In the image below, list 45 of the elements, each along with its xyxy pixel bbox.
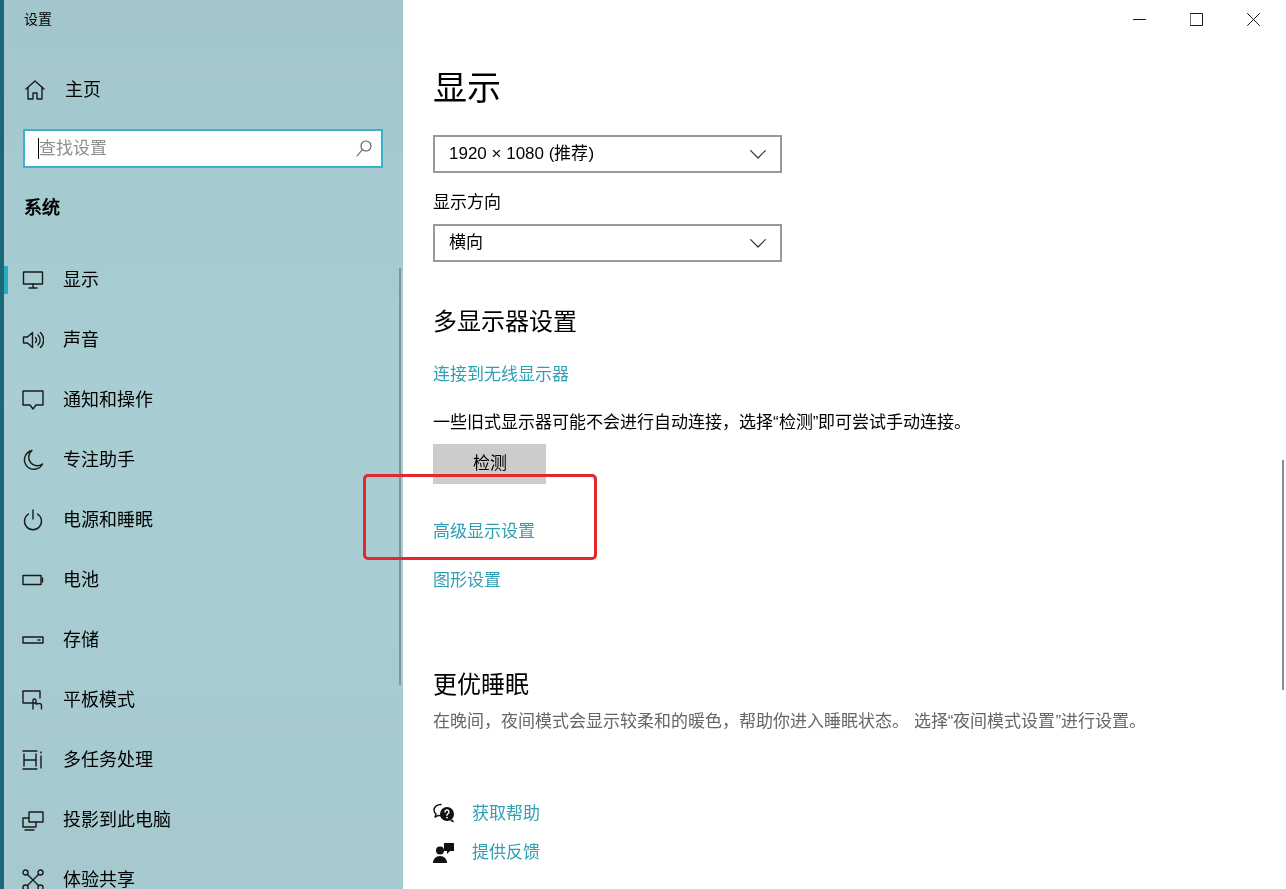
section-heading: 更优睡眠 (433, 670, 529, 700)
description-text: 在晚间，夜间模式会显示较柔和的暖色，帮助你进入睡眠状态。 选择“夜间模式设置”进行设置。 (433, 711, 1147, 733)
detect-button[interactable]: 检测 (433, 444, 546, 484)
monitor-icon (22, 269, 44, 291)
sidebar-item[interactable]: 投影到此电脑 (4, 790, 403, 850)
home-icon (24, 79, 46, 101)
field-label: 显示方向 (433, 192, 501, 214)
tablet-hand-icon (22, 689, 44, 711)
sidebar-item[interactable]: 平板模式 (4, 670, 403, 730)
dropdown[interactable]: 横向 (433, 224, 782, 262)
chevron-down-icon (750, 149, 766, 159)
screens-icon (22, 809, 44, 831)
power-icon (22, 509, 44, 531)
window-title: 设置 (24, 10, 52, 28)
sidebar-item[interactable]: 显示 (4, 250, 403, 310)
description-text: 一些旧式显示器可能不会进行自动连接，选择“检测”即可尝试手动连接。 (433, 412, 972, 434)
search-icon (356, 140, 372, 157)
sidebar-item[interactable]: 专注助手 (4, 430, 403, 490)
sidebar-item[interactable]: 多任务处理 (4, 730, 403, 790)
sidebar-item[interactable]: 存储 (4, 610, 403, 670)
section-heading: 系统 (24, 197, 60, 220)
sidebar-item[interactable]: 电源和睡眠 (4, 490, 403, 550)
sidebar-item[interactable]: 声音 (4, 310, 403, 370)
person-speech-icon (433, 842, 455, 864)
close-icon (1247, 12, 1260, 26)
speech-bubble-icon (22, 389, 44, 411)
speech-bubbles-question-icon (433, 803, 455, 825)
search-field[interactable]: 查找设置 (23, 129, 383, 168)
sidebar-item[interactable]: 通知和操作 (4, 370, 403, 430)
scrollbar-thumb[interactable] (1282, 460, 1284, 690)
page-title: 显示 (433, 68, 501, 109)
speaker-icon (22, 329, 44, 351)
section-heading: 多显示器设置 (433, 307, 577, 337)
scrollbar-thumb[interactable] (399, 268, 401, 685)
sidebar-item[interactable]: 体验共享 (4, 850, 403, 889)
moon-icon (22, 449, 44, 471)
text-cursor (38, 138, 39, 159)
sidebar-item[interactable]: 电池 (4, 550, 403, 610)
nodes-icon (22, 869, 44, 889)
panes-icon (22, 749, 44, 771)
dropdown[interactable]: 1920 × 1080 (推荐) (433, 135, 782, 173)
chevron-down-icon (750, 238, 766, 248)
maximize-icon (1190, 12, 1203, 26)
home-link[interactable]: 主页 (24, 68, 101, 112)
minimize-icon (1133, 18, 1146, 20)
